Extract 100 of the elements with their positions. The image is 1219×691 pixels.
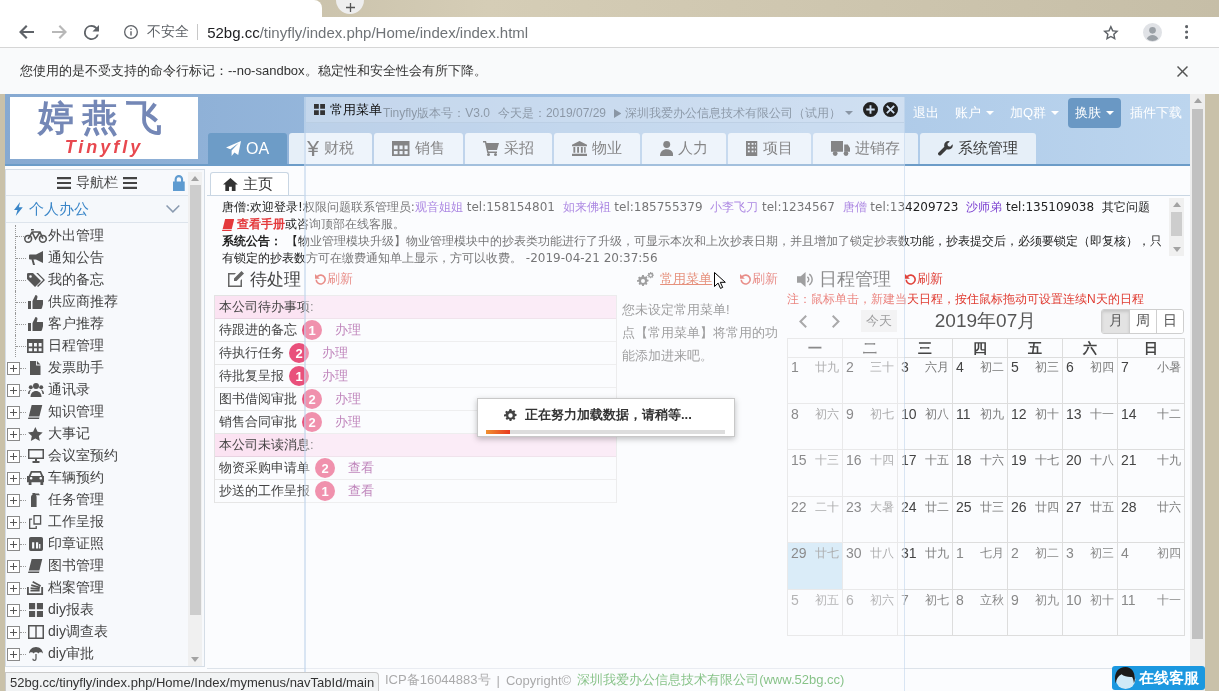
view-button[interactable]: 月 xyxy=(1102,309,1129,333)
url-field[interactable]: 52bg.cc/tinyfly/index.php/Home/index/index.html xyxy=(207,23,529,41)
manual-link[interactable]: 查看手册 xyxy=(222,216,286,233)
day-cell[interactable]: 4 初四 xyxy=(1118,543,1185,590)
day-cell[interactable]: 24 廿二 xyxy=(898,496,953,543)
day-cell[interactable]: 3 初三 xyxy=(1063,543,1118,590)
nav-item[interactable]: 外出管理 xyxy=(27,227,104,245)
nav-item[interactable]: 通知公告 xyxy=(27,249,104,267)
plus-box-icon[interactable] xyxy=(7,581,20,595)
action-link[interactable]: 查看 xyxy=(348,459,374,477)
nav-item[interactable]: 印章证照 xyxy=(27,535,104,553)
day-cell[interactable]: 21 十九 xyxy=(1118,450,1185,497)
day-cell[interactable]: 11 初九 xyxy=(953,403,1008,450)
day-cell[interactable]: 19 十七 xyxy=(1008,450,1063,497)
action-link[interactable]: 办理 xyxy=(335,321,361,339)
star-outline-icon[interactable] xyxy=(1103,24,1119,40)
action-link[interactable]: 办理 xyxy=(335,413,361,431)
plus-box-icon[interactable] xyxy=(7,383,20,397)
day-cell[interactable]: 25 廿三 xyxy=(953,496,1008,543)
nav-item[interactable]: 供应商推荐 xyxy=(27,293,118,311)
plus-box-icon[interactable] xyxy=(7,493,20,507)
reload-icon[interactable] xyxy=(84,24,100,40)
module-tab[interactable]: 人力 xyxy=(641,133,727,164)
day-cell[interactable]: 9 初九 xyxy=(1008,589,1063,636)
more-vertical-icon[interactable] xyxy=(1184,25,1188,39)
day-cell[interactable]: 7 小暑 xyxy=(1118,357,1185,404)
day-cell[interactable]: 1 七月 xyxy=(953,543,1008,590)
plus-box-icon[interactable] xyxy=(7,361,20,375)
plus-box-icon[interactable] xyxy=(7,537,20,551)
module-tab[interactable]: 物业 xyxy=(553,133,640,164)
security-label[interactable]: 不安全 xyxy=(147,23,190,41)
lock-icon[interactable] xyxy=(173,174,185,191)
plus-box-icon[interactable] xyxy=(7,471,20,485)
nav-item[interactable]: 发票助手 xyxy=(27,359,104,377)
plus-box-icon[interactable] xyxy=(7,405,20,419)
nav-item[interactable]: 会议室预约 xyxy=(27,447,118,465)
nav-item[interactable]: 大事记 xyxy=(27,425,90,443)
day-cell[interactable]: 4 初二 xyxy=(953,357,1008,404)
day-cell[interactable]: 16 十四 xyxy=(843,450,898,497)
plus-box-icon[interactable] xyxy=(7,449,20,463)
nav-item[interactable]: 日程管理 xyxy=(27,337,104,355)
refresh-link[interactable]: 刷新 xyxy=(740,270,779,288)
nav-item[interactable]: 客户推荐 xyxy=(27,315,104,333)
day-cell[interactable]: 3 六月 xyxy=(898,357,953,404)
day-cell[interactable]: 8 初六 xyxy=(788,403,843,450)
plus-box-icon[interactable] xyxy=(7,647,20,661)
nav-item[interactable]: diy审批 xyxy=(27,645,94,663)
scrollbar[interactable] xyxy=(1169,198,1184,256)
nav-item[interactable]: 档案管理 xyxy=(27,579,104,597)
home-tab[interactable]: 主页 xyxy=(210,172,289,195)
nav-item[interactable]: 我的备忘 xyxy=(27,271,104,289)
day-cell[interactable]: 12 初十 xyxy=(1008,403,1063,450)
module-tab[interactable]: 进销存 xyxy=(812,133,918,164)
user-avatar-icon[interactable] xyxy=(1142,22,1162,42)
nav-item[interactable]: 车辆预约 xyxy=(27,469,104,487)
day-cell[interactable]: 11 十一 xyxy=(1118,589,1185,636)
nav-item[interactable]: 图书管理 xyxy=(27,557,104,575)
favorites-link[interactable]: 常用菜单 xyxy=(660,270,713,288)
day-cell[interactable]: 10 初十 xyxy=(1063,589,1118,636)
module-tab[interactable]: 销售 xyxy=(374,133,463,164)
nav-item[interactable]: diy调查表 xyxy=(27,623,108,641)
new-tab-button[interactable] xyxy=(336,0,364,14)
day-cell[interactable]: 28 廿六 xyxy=(1118,496,1185,543)
day-cell[interactable]: 15 十三 xyxy=(788,450,843,497)
action-link[interactable]: 办理 xyxy=(335,390,361,408)
module-tab[interactable]: OA xyxy=(208,133,288,164)
refresh-link[interactable]: 刷新 xyxy=(905,270,944,288)
day-cell[interactable]: 2 三十 xyxy=(843,357,898,404)
day-cell[interactable]: 13 十一 xyxy=(1063,403,1118,450)
nav-item[interactable]: 知识管理 xyxy=(27,403,104,421)
day-cell[interactable]: 29 廿七 xyxy=(788,543,843,590)
refresh-link[interactable]: 刷新 xyxy=(315,270,353,288)
module-tab[interactable]: 系统管理 xyxy=(919,133,1036,164)
nav-item[interactable]: 通讯录 xyxy=(27,381,90,399)
day-cell[interactable]: 7 初七 xyxy=(898,589,953,636)
day-cell[interactable]: 20 十八 xyxy=(1063,450,1118,497)
day-cell[interactable]: 26 廿四 xyxy=(1008,496,1063,543)
plus-box-icon[interactable] xyxy=(7,625,20,639)
day-cell[interactable]: 8 立秋 xyxy=(953,589,1008,636)
day-cell[interactable]: 27 廿五 xyxy=(1063,496,1118,543)
plus-box-icon[interactable] xyxy=(7,515,20,529)
day-cell[interactable]: 14 十二 xyxy=(1118,403,1185,450)
day-cell[interactable]: 30 廿八 xyxy=(843,543,898,590)
menu-dropdown[interactable]: 换肤 xyxy=(1068,98,1121,128)
day-cell[interactable]: 23 大暑 xyxy=(843,496,898,543)
day-cell[interactable]: 2 初二 xyxy=(1008,543,1063,590)
module-tab[interactable]: 采招 xyxy=(464,133,552,164)
action-link[interactable]: 办理 xyxy=(322,344,348,362)
view-button[interactable]: 周 xyxy=(1129,309,1156,333)
nav-item[interactable]: diy报表 xyxy=(27,601,94,619)
close-icon[interactable] xyxy=(1177,65,1188,77)
day-cell[interactable]: 31 廿九 xyxy=(898,543,953,590)
plus-box-icon[interactable] xyxy=(7,559,20,573)
module-tab[interactable]: 项目 xyxy=(728,133,811,164)
module-tab[interactable]: 财税 xyxy=(289,133,373,164)
action-link[interactable]: 办理 xyxy=(322,367,348,385)
day-cell[interactable]: 9 初七 xyxy=(843,403,898,450)
plus-box-icon[interactable] xyxy=(7,603,20,617)
nav-item[interactable]: 工作呈报 xyxy=(27,513,104,531)
today-button[interactable]: 今天 xyxy=(860,310,897,332)
